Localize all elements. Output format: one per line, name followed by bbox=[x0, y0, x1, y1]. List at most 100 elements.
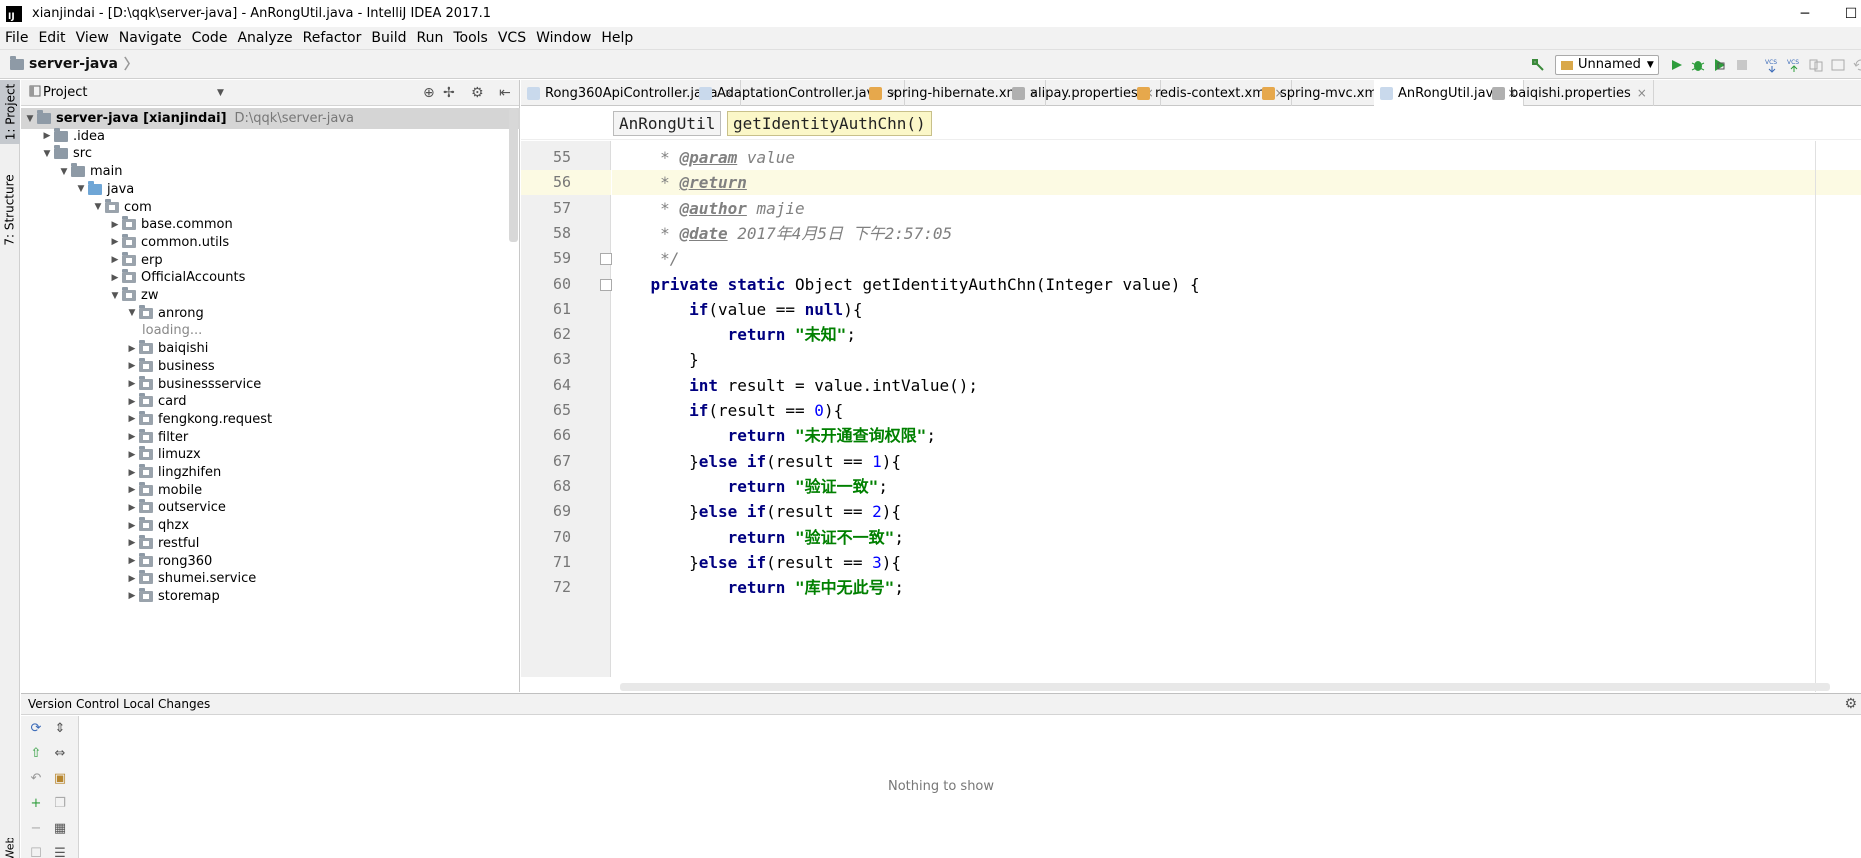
code-line[interactable]: return "验证一致"; bbox=[612, 474, 1861, 499]
show-history-icon[interactable] bbox=[1827, 54, 1849, 76]
editor-tab[interactable]: baiqishi.properties × bbox=[1486, 80, 1654, 106]
menu-refactor[interactable]: Refactor bbox=[298, 30, 367, 46]
menu-build[interactable]: Build bbox=[366, 30, 411, 46]
remove-changelist-icon[interactable]: − bbox=[26, 818, 46, 838]
expand-arrow-right-icon[interactable]: ▶ bbox=[125, 485, 139, 495]
expand-arrow-down-icon[interactable]: ▼ bbox=[91, 202, 105, 212]
structure-tool-tab[interactable]: 7: Structure bbox=[0, 170, 20, 250]
code-line[interactable]: if(result == 0){ bbox=[612, 398, 1861, 423]
code-line[interactable]: */ bbox=[612, 246, 1861, 271]
project-tool-tab[interactable]: 1: Project bbox=[0, 80, 20, 144]
menu-view[interactable]: View bbox=[71, 30, 114, 46]
menu-edit[interactable]: Edit bbox=[33, 30, 70, 46]
expand-arrow-right-icon[interactable]: ▶ bbox=[125, 397, 139, 407]
menu-code[interactable]: Code bbox=[187, 30, 233, 46]
code-area[interactable]: * @param value * @return * @author majie… bbox=[612, 141, 1861, 677]
breadcrumb-method[interactable]: getIdentityAuthChn() bbox=[727, 111, 932, 136]
expand-arrow-right-icon[interactable]: ▶ bbox=[125, 574, 139, 584]
collapse-all-icon[interactable]: ✢ bbox=[443, 85, 455, 101]
vcs-commit-icon[interactable]: ⇧ bbox=[26, 743, 46, 763]
expand-arrow-right-icon[interactable]: ▶ bbox=[125, 591, 139, 601]
minimize-button[interactable]: ─ bbox=[1782, 0, 1828, 27]
expand-all-icon[interactable]: ⇕ bbox=[50, 718, 70, 738]
refresh-icon[interactable]: ⟳ bbox=[26, 718, 46, 738]
expand-arrow-down-icon[interactable]: ▼ bbox=[23, 114, 37, 124]
expand-arrow-right-icon[interactable]: ▶ bbox=[108, 273, 122, 283]
expand-arrow-right-icon[interactable]: ▶ bbox=[125, 379, 139, 389]
code-line[interactable]: } bbox=[612, 347, 1861, 372]
expand-arrow-right-icon[interactable]: ▶ bbox=[40, 131, 54, 141]
shelve-icon[interactable]: ▣ bbox=[50, 768, 70, 788]
code-line[interactable]: * @date 2017年4月5日 下午2:57:05 bbox=[612, 221, 1861, 246]
debug-icon[interactable] bbox=[1687, 54, 1709, 76]
expand-arrow-down-icon[interactable]: ▼ bbox=[57, 167, 71, 177]
expand-arrow-down-icon[interactable]: ▼ bbox=[125, 308, 139, 318]
group-by-icon[interactable]: ☰ bbox=[50, 843, 70, 858]
code-line[interactable]: * @param value bbox=[612, 145, 1861, 170]
project-panel-title[interactable]: Project bbox=[43, 85, 87, 100]
tree-item[interactable]: ▶ storemap bbox=[21, 586, 220, 607]
collapse-all-icon[interactable]: ⇔ bbox=[50, 743, 70, 763]
run-icon[interactable] bbox=[1665, 54, 1687, 76]
coverage-icon[interactable] bbox=[1709, 54, 1731, 76]
expand-arrow-right-icon[interactable]: ▶ bbox=[108, 237, 122, 247]
gear-icon[interactable]: ⚙ bbox=[1844, 696, 1857, 712]
compare-icon[interactable] bbox=[1805, 54, 1827, 76]
revert-icon[interactable] bbox=[1849, 54, 1861, 76]
revert-icon[interactable]: ↶ bbox=[26, 768, 46, 788]
view-selector-chevron-icon[interactable]: ▼ bbox=[217, 88, 224, 98]
expand-arrow-right-icon[interactable]: ▶ bbox=[125, 432, 139, 442]
expand-arrow-right-icon[interactable]: ▶ bbox=[125, 344, 139, 354]
code-line[interactable]: return "未知"; bbox=[612, 322, 1861, 347]
expand-arrow-right-icon[interactable]: ▶ bbox=[108, 255, 122, 265]
expand-arrow-right-icon[interactable]: ▶ bbox=[125, 414, 139, 424]
expand-arrow-down-icon[interactable]: ▼ bbox=[40, 149, 54, 159]
code-line[interactable]: return "验证不一致"; bbox=[612, 525, 1861, 550]
project-tree-scrollbar[interactable] bbox=[509, 108, 518, 242]
menu-file[interactable]: File bbox=[0, 30, 33, 46]
gear-icon[interactable]: ⚙ bbox=[471, 85, 484, 101]
maximize-button[interactable]: ☐ bbox=[1828, 0, 1861, 27]
menu-run[interactable]: Run bbox=[412, 30, 449, 46]
expand-arrow-down-icon[interactable]: ▼ bbox=[74, 184, 88, 194]
editor-horizontal-scrollbar[interactable] bbox=[620, 683, 1830, 691]
menu-window[interactable]: Window bbox=[531, 30, 596, 46]
vcs-update-icon[interactable]: VCS bbox=[1761, 54, 1783, 76]
expand-arrow-right-icon[interactable]: ▶ bbox=[125, 538, 139, 548]
expand-arrow-right-icon[interactable]: ▶ bbox=[125, 450, 139, 460]
locate-file-icon[interactable]: ⊕ bbox=[423, 85, 435, 101]
code-line[interactable]: private static Object getIdentityAuthChn… bbox=[612, 272, 1861, 297]
menu-analyze[interactable]: Analyze bbox=[232, 30, 297, 46]
checkbox-icon[interactable]: ☐ bbox=[26, 843, 46, 858]
code-line[interactable]: int result = value.intValue(); bbox=[612, 373, 1861, 398]
expand-arrow-right-icon[interactable]: ▶ bbox=[125, 503, 139, 513]
preview-diff-icon[interactable]: ▦ bbox=[50, 818, 70, 838]
code-line[interactable]: * @author majie bbox=[612, 196, 1861, 221]
fold-marker-icon[interactable] bbox=[600, 253, 612, 266]
expand-arrow-right-icon[interactable]: ▶ bbox=[125, 361, 139, 371]
breadcrumb-class[interactable]: AnRongUtil bbox=[613, 111, 722, 136]
close-tab-icon[interactable]: × bbox=[1637, 86, 1647, 100]
build-icon[interactable] bbox=[1527, 54, 1549, 76]
code-line[interactable]: return "库中无此号"; bbox=[612, 575, 1861, 600]
expand-arrow-right-icon[interactable]: ▶ bbox=[108, 220, 122, 230]
code-line[interactable]: if(value == null){ bbox=[612, 297, 1861, 322]
menu-help[interactable]: Help bbox=[596, 30, 638, 46]
stop-icon[interactable] bbox=[1731, 54, 1753, 76]
code-line[interactable]: * @return bbox=[612, 170, 1861, 196]
add-changelist-icon[interactable]: + bbox=[26, 793, 46, 813]
expand-arrow-down-icon[interactable]: ▼ bbox=[108, 291, 122, 301]
fold-marker-icon[interactable] bbox=[600, 278, 612, 291]
vcs-commit-icon[interactable]: VCS bbox=[1783, 54, 1805, 76]
code-line[interactable]: }else if(result == 1){ bbox=[612, 449, 1861, 474]
hide-panel-icon[interactable]: ⇤ bbox=[499, 85, 511, 101]
expand-arrow-right-icon[interactable]: ▶ bbox=[125, 521, 139, 531]
code-line[interactable]: }else if(result == 2){ bbox=[612, 499, 1861, 524]
expand-arrow-right-icon[interactable]: ▶ bbox=[125, 556, 139, 566]
menu-vcs[interactable]: VCS bbox=[493, 30, 531, 46]
copy-icon[interactable]: ❐ bbox=[50, 793, 70, 813]
code-line[interactable]: return "未开通查询权限"; bbox=[612, 423, 1861, 448]
run-configuration-select[interactable]: Unnamed ▼ bbox=[1555, 54, 1659, 75]
expand-arrow-right-icon[interactable]: ▶ bbox=[125, 468, 139, 478]
menu-navigate[interactable]: Navigate bbox=[114, 30, 187, 46]
